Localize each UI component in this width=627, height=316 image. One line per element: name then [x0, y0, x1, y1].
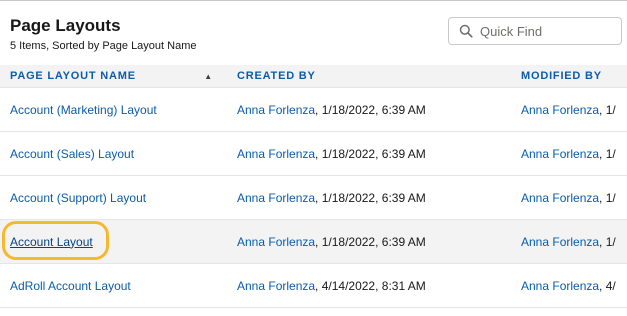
- list-header: Page Layouts 5 Items, Sorted by Page Lay…: [0, 1, 627, 65]
- sort-ascending-icon[interactable]: ▲: [204, 72, 213, 81]
- created-date: , 1/18/2022, 6:39 AM: [315, 146, 426, 161]
- table-row: Account (Sales) Layout Anna Forlenza, 1/…: [0, 131, 627, 176]
- table-row: Account (Marketing) Layout Anna Forlenza…: [0, 87, 627, 132]
- column-header-label: MODIFIED BY: [521, 70, 602, 82]
- created-date: , 1/18/2022, 6:39 AM: [315, 190, 426, 205]
- page-layouts-list-view: Page Layouts 5 Items, Sorted by Page Lay…: [0, 0, 627, 316]
- modified-by-user-link[interactable]: Anna Forlenza: [521, 147, 599, 161]
- created-date: , 1/18/2022, 6:39 AM: [315, 234, 426, 249]
- table-header-row: PAGE LAYOUT NAME ▲ CREATED BY MODIFIED B…: [0, 65, 627, 88]
- search-icon: [459, 24, 473, 38]
- created-by-user-link[interactable]: Anna Forlenza: [237, 279, 315, 293]
- quick-find-input[interactable]: [480, 23, 620, 39]
- column-header-label: CREATED BY: [237, 70, 316, 82]
- modified-date: , 1/: [599, 190, 616, 205]
- modified-by-user-link[interactable]: Anna Forlenza: [521, 235, 599, 249]
- page-layout-link-account-layout[interactable]: Account Layout: [10, 235, 93, 249]
- page-layout-link[interactable]: Account (Support) Layout: [10, 191, 146, 205]
- table-row-hovered: Account Layout Anna Forlenza, 1/18/2022,…: [0, 219, 627, 264]
- created-by-user-link[interactable]: Anna Forlenza: [237, 235, 315, 249]
- created-by-user-link[interactable]: Anna Forlenza: [237, 147, 315, 161]
- created-by-user-link[interactable]: Anna Forlenza: [237, 191, 315, 205]
- modified-by-user-link[interactable]: Anna Forlenza: [521, 191, 599, 205]
- created-date: , 4/14/2022, 8:31 AM: [315, 278, 426, 293]
- page-layouts-table: PAGE LAYOUT NAME ▲ CREATED BY MODIFIED B…: [0, 65, 627, 308]
- modified-by-user-link[interactable]: Anna Forlenza: [521, 103, 599, 117]
- modified-date: , 1/: [599, 234, 616, 249]
- page-layout-link[interactable]: Account (Sales) Layout: [10, 147, 134, 161]
- quick-find-search-box[interactable]: [448, 17, 622, 45]
- created-by-user-link[interactable]: Anna Forlenza: [237, 103, 315, 117]
- modified-by-user-link[interactable]: Anna Forlenza: [521, 279, 599, 293]
- modified-date: , 1/: [599, 102, 616, 117]
- page-layout-link[interactable]: AdRoll Account Layout: [10, 279, 131, 293]
- table-row: AdRoll Account Layout Anna Forlenza, 4/1…: [0, 263, 627, 308]
- created-date: , 1/18/2022, 6:39 AM: [315, 102, 426, 117]
- modified-date: , 4/: [599, 278, 616, 293]
- column-header-page-layout-name[interactable]: PAGE LAYOUT NAME ▲: [0, 65, 228, 88]
- list-summary: 5 Items, Sorted by Page Layout Name: [10, 40, 197, 52]
- column-header-modified-by[interactable]: MODIFIED BY: [510, 65, 627, 88]
- page-layout-link[interactable]: Account (Marketing) Layout: [10, 103, 157, 117]
- modified-date: , 1/: [599, 146, 616, 161]
- table-row: Account (Support) Layout Anna Forlenza, …: [0, 175, 627, 220]
- column-header-created-by[interactable]: CREATED BY: [228, 65, 510, 88]
- column-header-label: PAGE LAYOUT NAME: [10, 70, 136, 82]
- page-title: Page Layouts: [10, 16, 121, 35]
